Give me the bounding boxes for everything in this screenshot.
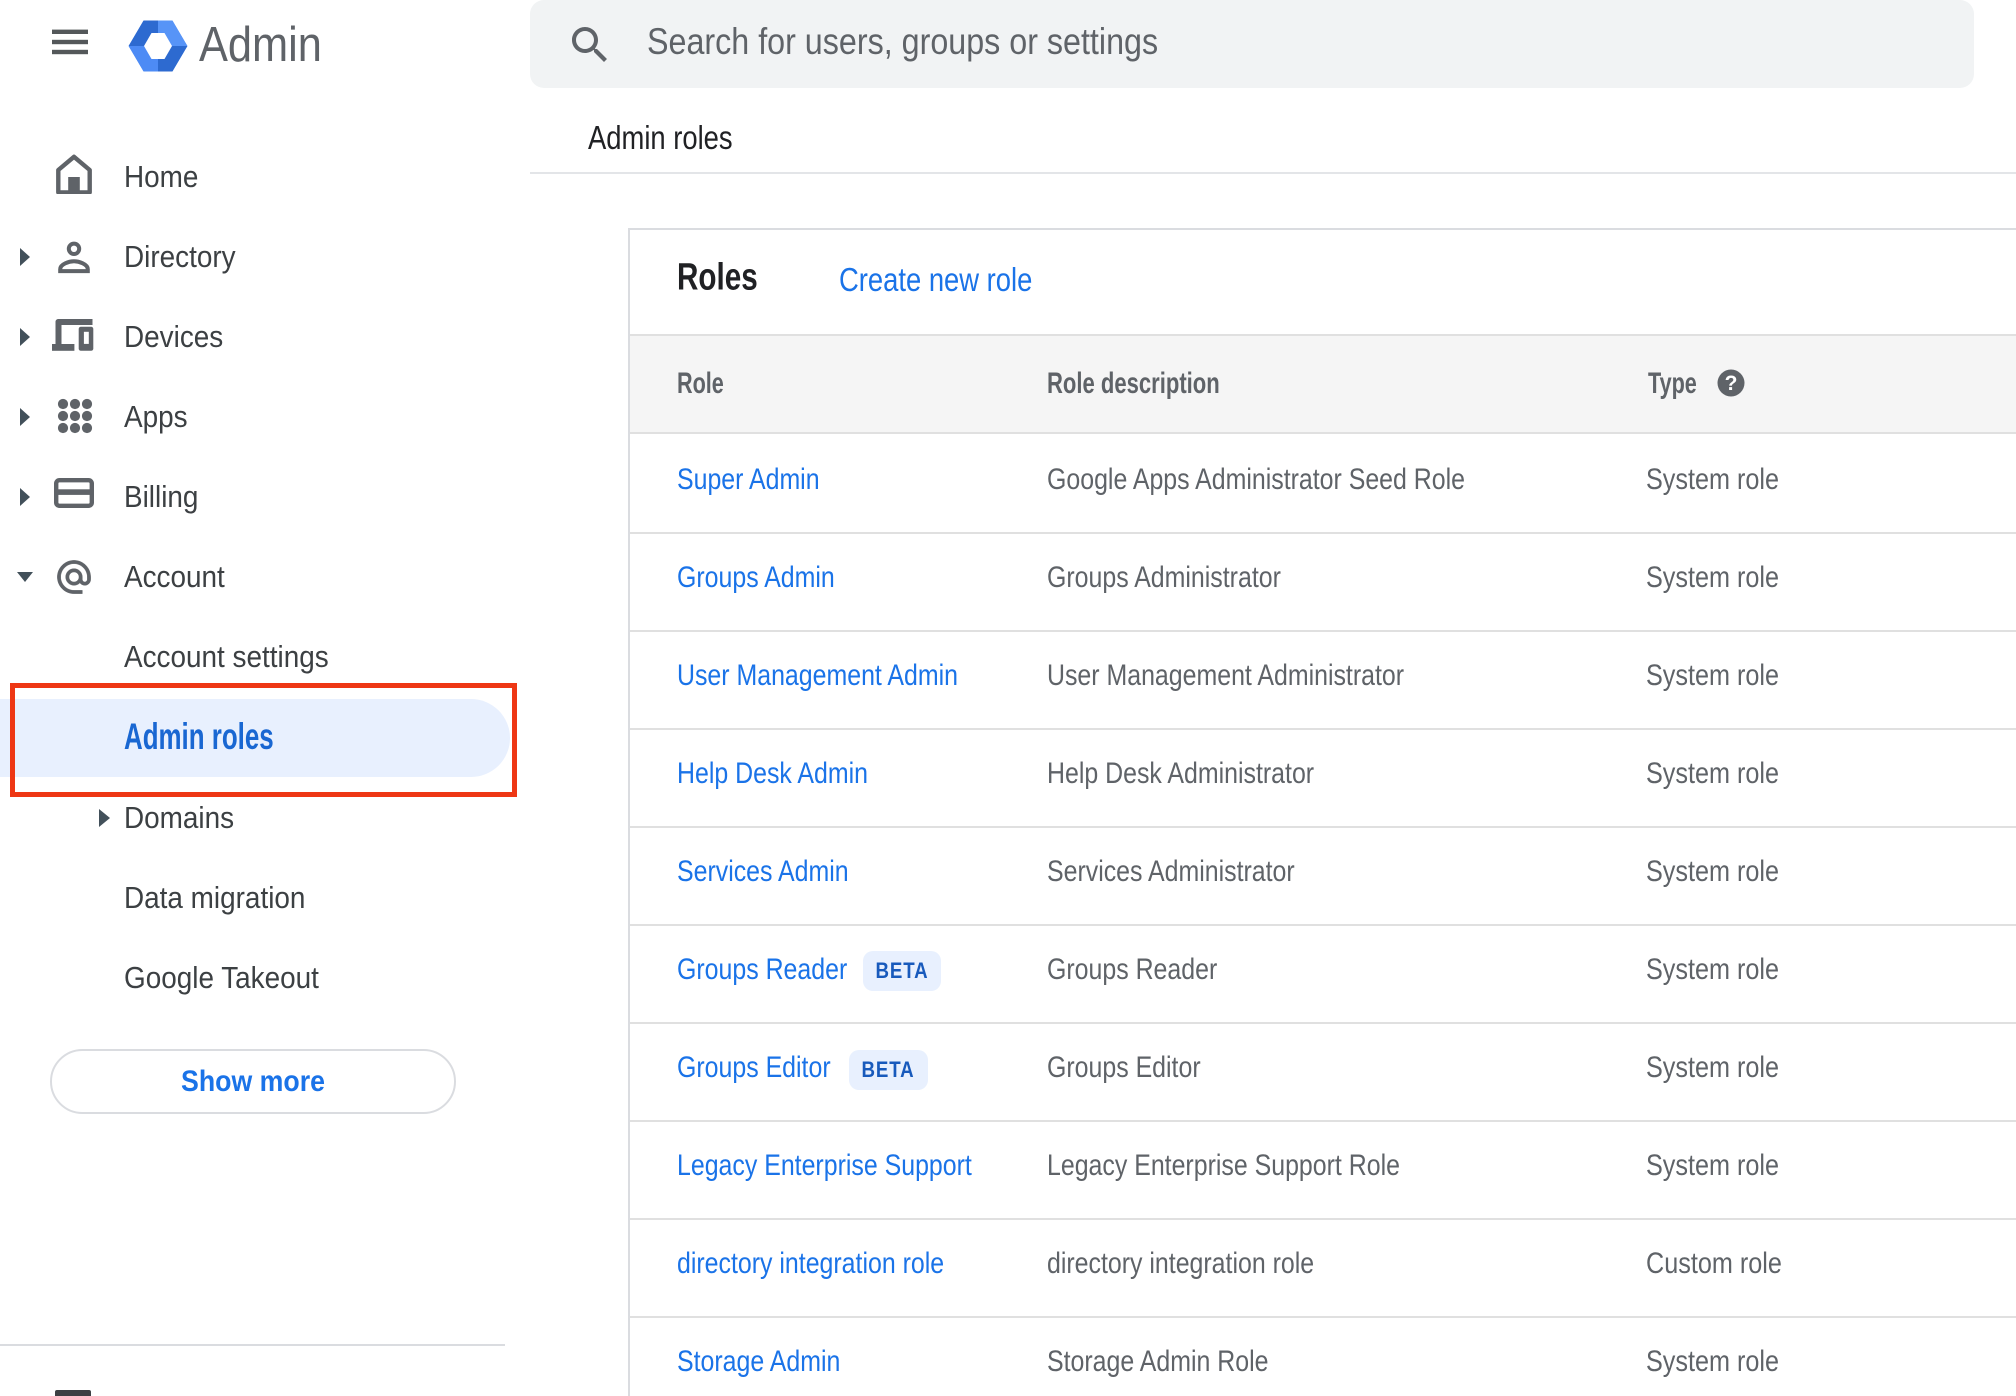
svg-text:?: ?: [1725, 372, 1738, 395]
